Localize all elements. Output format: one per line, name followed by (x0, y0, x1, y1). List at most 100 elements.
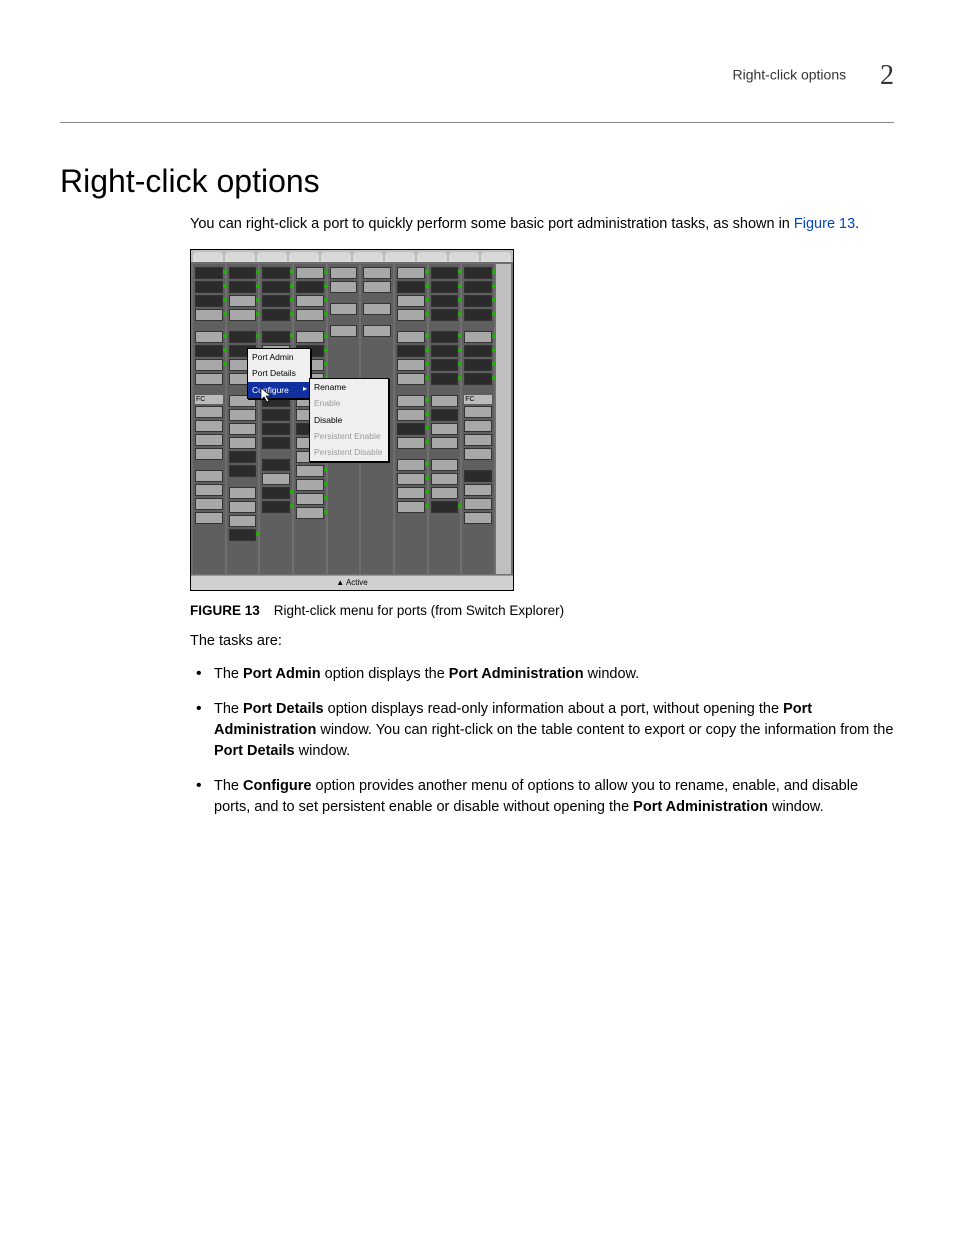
port-slot[interactable] (464, 512, 492, 524)
port-slot[interactable] (397, 459, 425, 471)
tab[interactable] (289, 252, 319, 262)
port-slot[interactable] (296, 295, 324, 307)
port-slot[interactable] (229, 295, 257, 307)
port-slot[interactable] (195, 345, 223, 357)
port-slot[interactable] (229, 465, 257, 477)
port-slot[interactable] (431, 437, 459, 449)
port-slot[interactable] (195, 484, 223, 496)
port-slot[interactable] (195, 309, 223, 321)
port-slot[interactable] (464, 373, 492, 385)
port-slot[interactable] (262, 267, 290, 279)
port-slot[interactable] (262, 501, 290, 513)
port-slot[interactable] (431, 409, 459, 421)
port-slot[interactable] (195, 406, 223, 418)
port-slot[interactable] (262, 409, 290, 421)
menu-item-configure[interactable]: Configure (248, 382, 310, 398)
tab[interactable] (193, 252, 223, 262)
port-slot[interactable] (229, 437, 257, 449)
port-slot[interactable] (397, 487, 425, 499)
port-slot[interactable] (397, 331, 425, 343)
tab[interactable] (321, 252, 351, 262)
port-slot[interactable] (431, 331, 459, 343)
port-slot[interactable] (431, 487, 459, 499)
port-slot[interactable] (464, 498, 492, 510)
port-slot[interactable] (262, 331, 290, 343)
port-slot[interactable] (330, 267, 358, 279)
port-slot[interactable] (431, 373, 459, 385)
port-slot[interactable] (195, 498, 223, 510)
port-slot[interactable] (397, 437, 425, 449)
port-slot[interactable] (229, 281, 257, 293)
port-slot[interactable] (397, 281, 425, 293)
port-slot[interactable] (195, 331, 223, 343)
port-slot[interactable] (464, 406, 492, 418)
port-slot[interactable] (296, 331, 324, 343)
port-slot[interactable] (431, 267, 459, 279)
port-slot[interactable] (296, 493, 324, 505)
port-slot[interactable] (363, 267, 391, 279)
port-slot[interactable] (464, 420, 492, 432)
tab[interactable] (481, 252, 511, 262)
port-slot[interactable] (464, 448, 492, 460)
port-slot[interactable] (464, 281, 492, 293)
port-slot[interactable] (229, 423, 257, 435)
tab[interactable] (385, 252, 415, 262)
tab[interactable] (417, 252, 447, 262)
port-slot[interactable] (431, 281, 459, 293)
port-slot[interactable] (464, 470, 492, 482)
port-slot[interactable] (262, 423, 290, 435)
port-slot[interactable] (397, 345, 425, 357)
port-slot[interactable] (195, 373, 223, 385)
menu-item-port-details[interactable]: Port Details (248, 365, 310, 381)
port-slot[interactable] (431, 423, 459, 435)
tab[interactable] (449, 252, 479, 262)
port-slot[interactable] (262, 459, 290, 471)
port-slot[interactable] (464, 309, 492, 321)
port-slot[interactable] (397, 473, 425, 485)
port-slot[interactable] (195, 281, 223, 293)
port-slot[interactable] (397, 359, 425, 371)
port-slot[interactable] (195, 295, 223, 307)
port-slot[interactable] (431, 395, 459, 407)
port-slot[interactable] (195, 359, 223, 371)
port-slot[interactable] (229, 501, 257, 513)
port-slot[interactable] (431, 359, 459, 371)
port-slot[interactable] (229, 487, 257, 499)
port-slot[interactable] (397, 395, 425, 407)
port-slot[interactable] (262, 437, 290, 449)
port-slot[interactable] (229, 267, 257, 279)
port-slot[interactable] (431, 459, 459, 471)
port-slot[interactable] (195, 448, 223, 460)
port-slot[interactable] (330, 281, 358, 293)
port-slot[interactable] (397, 501, 425, 513)
port-slot[interactable] (397, 409, 425, 421)
port-slot[interactable] (296, 479, 324, 491)
port-slot[interactable] (229, 515, 257, 527)
port-slot[interactable] (296, 507, 324, 519)
port-slot[interactable] (195, 434, 223, 446)
port-slot[interactable] (195, 470, 223, 482)
port-slot[interactable] (464, 359, 492, 371)
port-slot[interactable] (397, 423, 425, 435)
port-slot[interactable] (431, 309, 459, 321)
port-slot[interactable] (229, 409, 257, 421)
port-slot[interactable] (464, 267, 492, 279)
port-slot[interactable] (296, 309, 324, 321)
port-slot[interactable] (229, 529, 257, 541)
port-slot[interactable] (363, 303, 391, 315)
port-slot[interactable] (397, 373, 425, 385)
port-slot[interactable] (363, 325, 391, 337)
submenu-item-rename[interactable]: Rename (310, 379, 388, 395)
port-slot[interactable] (229, 331, 257, 343)
port-slot[interactable] (262, 473, 290, 485)
port-slot[interactable] (397, 267, 425, 279)
port-slot[interactable] (363, 281, 391, 293)
port-slot[interactable] (397, 295, 425, 307)
port-slot[interactable] (464, 295, 492, 307)
port-slot[interactable] (397, 309, 425, 321)
port-slot[interactable] (464, 484, 492, 496)
port-slot[interactable] (431, 295, 459, 307)
tab[interactable] (225, 252, 255, 262)
port-slot[interactable] (296, 267, 324, 279)
port-slot[interactable] (330, 325, 358, 337)
